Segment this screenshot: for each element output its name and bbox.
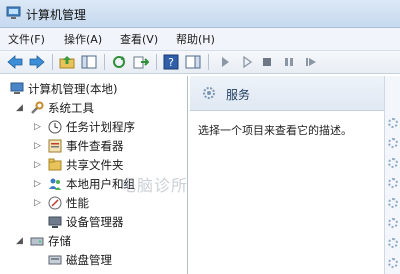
watermark: 电脑诊所 bbox=[120, 176, 189, 195]
export-list-icon[interactable] bbox=[132, 53, 150, 71]
services-title: 服务 bbox=[226, 88, 251, 102]
services-gear-icon bbox=[203, 87, 215, 99]
expanded-arrow-icon[interactable]: ◢ bbox=[16, 99, 23, 117]
toolbar-separator bbox=[208, 54, 209, 70]
storage-icon bbox=[30, 237, 44, 246]
service-gear-icon bbox=[388, 158, 398, 168]
menu-action[interactable]: 操作(A) bbox=[64, 31, 102, 47]
tree-item-label: 设备管理器 bbox=[66, 215, 124, 229]
services-list-column[interactable] bbox=[384, 76, 400, 274]
forward-arrow-icon[interactable] bbox=[28, 53, 46, 71]
tree-item-system-tools[interactable]: ◢ 系统工具 bbox=[0, 99, 187, 117]
users-icon bbox=[49, 178, 61, 190]
tree-item-device-manager[interactable]: 设备管理器 bbox=[0, 213, 187, 231]
menu-view[interactable]: 查看(V) bbox=[120, 31, 158, 47]
folder-up-icon[interactable] bbox=[58, 53, 76, 71]
services-pane: 服务 选择一个项目来查看它的描述。 bbox=[190, 76, 384, 274]
tools-icon bbox=[31, 101, 44, 114]
show-pane-icon[interactable] bbox=[184, 53, 202, 71]
window-title: 计算机管理 bbox=[26, 8, 87, 22]
refresh-icon[interactable] bbox=[110, 53, 128, 71]
expanded-arrow-icon[interactable]: ◢ bbox=[16, 232, 23, 250]
device-manager-icon bbox=[48, 216, 62, 228]
shared-folder-icon bbox=[48, 158, 62, 171]
service-gear-icon bbox=[388, 258, 398, 268]
clock-icon bbox=[48, 120, 62, 134]
collapsed-arrow-icon[interactable]: ▷ bbox=[34, 118, 41, 136]
title-bar: 计算机管理 bbox=[0, 0, 400, 28]
pause-icon[interactable] bbox=[280, 53, 298, 71]
menu-file[interactable]: 文件(F) bbox=[8, 31, 45, 47]
play-icon[interactable] bbox=[216, 53, 234, 71]
tree-item-label: 任务计划程序 bbox=[66, 120, 135, 134]
computer-management-icon bbox=[10, 82, 24, 94]
tree-item-label: 存储 bbox=[48, 234, 71, 248]
tree-item-event-viewer[interactable]: ▷ 事件查看器 bbox=[0, 137, 187, 155]
menu-bar: 文件(F) 操作(A) 查看(V) 帮助(H) bbox=[0, 28, 400, 51]
tree-item-label: 事件查看器 bbox=[66, 139, 124, 153]
play-outline-icon[interactable] bbox=[238, 53, 256, 71]
services-header: 服务 bbox=[190, 76, 384, 111]
menu-help[interactable]: 帮助(H) bbox=[176, 31, 215, 47]
service-gear-icon bbox=[388, 198, 398, 208]
service-gear-icon bbox=[388, 118, 398, 128]
toolbar-separator bbox=[104, 54, 105, 70]
tree-item-storage[interactable]: ◢ 存储 bbox=[0, 232, 187, 250]
event-viewer-icon bbox=[48, 139, 62, 153]
toolbar-separator bbox=[52, 54, 53, 70]
stop-icon[interactable] bbox=[258, 53, 276, 71]
tree-item-task-scheduler[interactable]: ▷ 任务计划程序 bbox=[0, 118, 187, 136]
svg-text:?: ? bbox=[168, 56, 174, 69]
tree-item-disk-management[interactable]: 磁盘管理 bbox=[0, 251, 187, 269]
tree-item-performance[interactable]: ▷ 性能 bbox=[0, 194, 187, 212]
tree-root[interactable]: 计算机管理(本地) bbox=[0, 80, 187, 98]
collapsed-arrow-icon[interactable]: ▷ bbox=[34, 137, 41, 155]
collapsed-arrow-icon[interactable]: ▷ bbox=[34, 175, 41, 193]
performance-icon bbox=[48, 196, 62, 210]
collapsed-arrow-icon[interactable]: ▷ bbox=[34, 156, 41, 174]
tree-item-label: 磁盘管理 bbox=[66, 253, 112, 267]
service-gear-icon bbox=[388, 218, 398, 228]
collapsed-arrow-icon[interactable]: ▷ bbox=[34, 194, 41, 212]
toolbar-separator bbox=[156, 54, 157, 70]
help-icon[interactable]: ? bbox=[162, 53, 180, 71]
restart-icon[interactable] bbox=[302, 53, 320, 71]
computer-management-icon bbox=[6, 6, 21, 19]
disk-icon bbox=[48, 255, 62, 265]
tree-item-label: 系统工具 bbox=[48, 101, 94, 115]
services-description: 选择一个项目来查看它的描述。 bbox=[198, 124, 352, 137]
tree-root-label: 计算机管理(本地) bbox=[28, 82, 118, 96]
service-gear-icon bbox=[388, 138, 398, 148]
toolbar: ? bbox=[0, 51, 400, 74]
tree-item-label: 性能 bbox=[66, 196, 89, 210]
back-arrow-icon[interactable] bbox=[6, 53, 24, 71]
service-gear-icon bbox=[388, 238, 398, 248]
console-tree-icon[interactable] bbox=[80, 53, 98, 71]
tree-item-label: 共享文件夹 bbox=[66, 158, 124, 172]
service-gear-icon bbox=[388, 178, 398, 188]
